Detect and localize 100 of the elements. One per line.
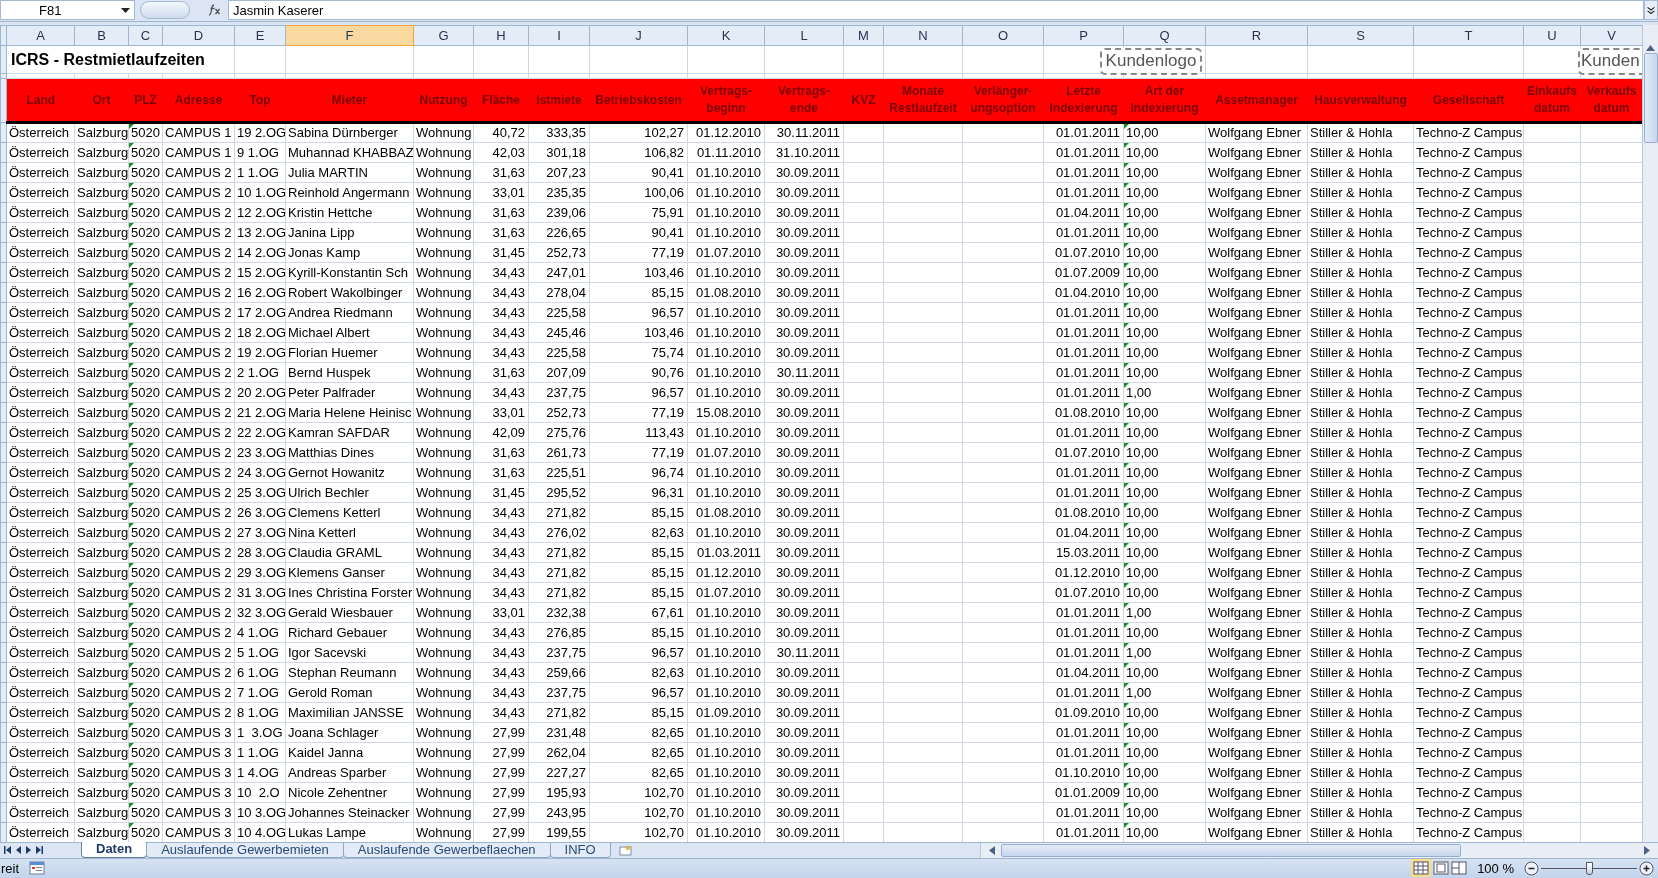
table-cell: Österreich bbox=[9, 364, 69, 380]
table-cell: 14 2.OG bbox=[237, 244, 285, 260]
column-header[interactable]: K bbox=[687, 25, 765, 46]
column-header[interactable]: T bbox=[1413, 25, 1524, 46]
dropdown-caret-icon[interactable] bbox=[121, 7, 130, 13]
table-cell: 01.08.2010 bbox=[695, 504, 761, 520]
sheet-tab[interactable]: Auslaufende Gewerbeflaechen bbox=[342, 843, 551, 858]
column-header[interactable]: A bbox=[6, 25, 75, 46]
previous-sheet-icon[interactable] bbox=[16, 846, 21, 854]
scrollbar-thumb[interactable] bbox=[1643, 52, 1658, 143]
table-cell: Techno-Z Campus bbox=[1416, 424, 1523, 440]
header-cell: Letzte Indexierung bbox=[1043, 78, 1124, 123]
table-cell: 31,45 bbox=[492, 244, 525, 260]
table-cell: Salzburg bbox=[77, 144, 128, 160]
horizontal-scrollbar[interactable] bbox=[980, 842, 1658, 858]
table-cell: Wolfgang Ebner bbox=[1208, 804, 1301, 820]
table-cell: Ines Christina Forster bbox=[288, 584, 413, 600]
last-sheet-icon[interactable] bbox=[36, 846, 43, 854]
zoom-in-icon[interactable] bbox=[1639, 860, 1654, 876]
table-cell: Techno-Z Campus bbox=[1416, 604, 1523, 620]
formula-input[interactable]: Jasmin Kaserer bbox=[228, 0, 1644, 21]
table-cell: 5020 bbox=[131, 684, 160, 700]
first-sheet-icon[interactable] bbox=[4, 846, 11, 854]
column-header[interactable]: F bbox=[285, 25, 414, 46]
table-cell: 34,43 bbox=[492, 504, 525, 520]
table-cell: Stiller & Hohla bbox=[1310, 704, 1393, 720]
table-cell: 82,65 bbox=[651, 724, 684, 740]
table-cell: Techno-Z Campus bbox=[1416, 224, 1523, 240]
table-cell: Wohnung bbox=[416, 424, 472, 440]
table-cell: Stiller & Hohla bbox=[1310, 804, 1393, 820]
insert-function-icon[interactable] bbox=[208, 4, 222, 17]
table-cell: 30.09.2011 bbox=[775, 504, 840, 520]
column-header[interactable]: Q bbox=[1123, 25, 1206, 46]
scrollbar-thumb[interactable] bbox=[1001, 843, 1461, 857]
column-header[interactable]: H bbox=[473, 25, 529, 46]
next-sheet-icon[interactable] bbox=[26, 846, 31, 854]
macro-record-icon[interactable] bbox=[29, 861, 46, 876]
expand-formula-bar-icon[interactable] bbox=[1644, 0, 1658, 21]
table-cell: 10,00 bbox=[1126, 524, 1159, 540]
column-header[interactable]: S bbox=[1307, 25, 1414, 46]
page-layout-view-icon[interactable] bbox=[1433, 861, 1450, 876]
table-cell: 75,91 bbox=[651, 204, 684, 220]
scroll-left-icon[interactable] bbox=[989, 845, 995, 855]
table-cell: Techno-Z Campus bbox=[1416, 444, 1523, 460]
column-header[interactable]: P bbox=[1043, 25, 1124, 46]
zoom-slider-thumb[interactable] bbox=[1585, 861, 1593, 875]
table-cell: 262,04 bbox=[546, 744, 586, 760]
column-header[interactable]: U bbox=[1523, 25, 1581, 46]
table-cell: 10,00 bbox=[1126, 544, 1159, 560]
table-cell: Salzburg bbox=[77, 324, 128, 340]
column-header[interactable]: D bbox=[162, 25, 235, 46]
column-header[interactable]: R bbox=[1205, 25, 1308, 46]
table-cell: CAMPUS 3 bbox=[165, 744, 232, 760]
normal-view-icon[interactable] bbox=[1413, 861, 1430, 876]
scroll-right-icon[interactable] bbox=[1644, 845, 1650, 855]
table-cell: 01.10.2010 bbox=[695, 524, 761, 540]
table-cell: CAMPUS 2 bbox=[165, 504, 232, 520]
table-cell: 30.11.2011 bbox=[776, 125, 840, 140]
table-cell: CAMPUS 2 bbox=[165, 364, 232, 380]
table-cell: Techno-Z Campus bbox=[1416, 564, 1523, 580]
table-cell: 5020 bbox=[131, 524, 160, 540]
table-cell: CAMPUS 2 bbox=[165, 604, 232, 620]
column-header[interactable]: N bbox=[883, 25, 963, 46]
table-cell: 15.03.2011 bbox=[1055, 544, 1120, 560]
table-cell: 237,75 bbox=[546, 384, 586, 400]
column-header[interactable]: L bbox=[764, 25, 844, 46]
formula-bar-handle[interactable] bbox=[140, 1, 190, 20]
table-cell: 30.09.2011 bbox=[775, 804, 840, 820]
page-break-view-icon[interactable] bbox=[1451, 861, 1468, 876]
column-header[interactable]: I bbox=[528, 25, 590, 46]
table-cell: 5020 bbox=[131, 584, 160, 600]
table-cell: Wolfgang Ebner bbox=[1208, 344, 1301, 360]
table-cell: 01.10.2010 bbox=[695, 184, 761, 200]
name-box[interactable]: F81 bbox=[0, 0, 135, 21]
column-header[interactable]: G bbox=[413, 25, 474, 46]
column-header[interactable]: J bbox=[589, 25, 688, 46]
sheet-tab[interactable]: Daten bbox=[81, 842, 148, 858]
column-header[interactable]: B bbox=[74, 25, 129, 46]
table-cell: 27 3.OG bbox=[237, 524, 285, 540]
column-header[interactable]: V bbox=[1580, 25, 1642, 46]
vertical-scrollbar[interactable] bbox=[1642, 24, 1658, 842]
table-cell: Kyrill-Konstantin Sch bbox=[288, 264, 408, 280]
table-cell: 01.10.2010 bbox=[695, 824, 761, 840]
column-header[interactable]: C bbox=[128, 25, 163, 46]
column-header[interactable]: M bbox=[843, 25, 884, 46]
sheet-tab[interactable]: INFO bbox=[549, 843, 611, 858]
zoom-level[interactable]: 100 % bbox=[1477, 858, 1514, 878]
error-indicator-icon[interactable] bbox=[129, 124, 134, 129]
zoom-out-icon[interactable] bbox=[1524, 860, 1539, 876]
table-cell: 34,43 bbox=[492, 624, 525, 640]
table-cell: 237,75 bbox=[546, 684, 586, 700]
column-header[interactable]: E bbox=[234, 25, 286, 46]
sheet-tab[interactable]: Auslaufende Gewerbemieten bbox=[146, 843, 344, 858]
table-cell: 01.01.2011 bbox=[1055, 484, 1120, 500]
column-header[interactable]: O bbox=[962, 25, 1044, 46]
table-cell: CAMPUS 2 bbox=[165, 424, 232, 440]
table-cell: 96,57 bbox=[651, 684, 684, 700]
table-cell: Techno-Z Campus bbox=[1416, 744, 1523, 760]
table-cell: Wohnung bbox=[416, 264, 472, 280]
zoom-slider[interactable] bbox=[1541, 860, 1637, 876]
